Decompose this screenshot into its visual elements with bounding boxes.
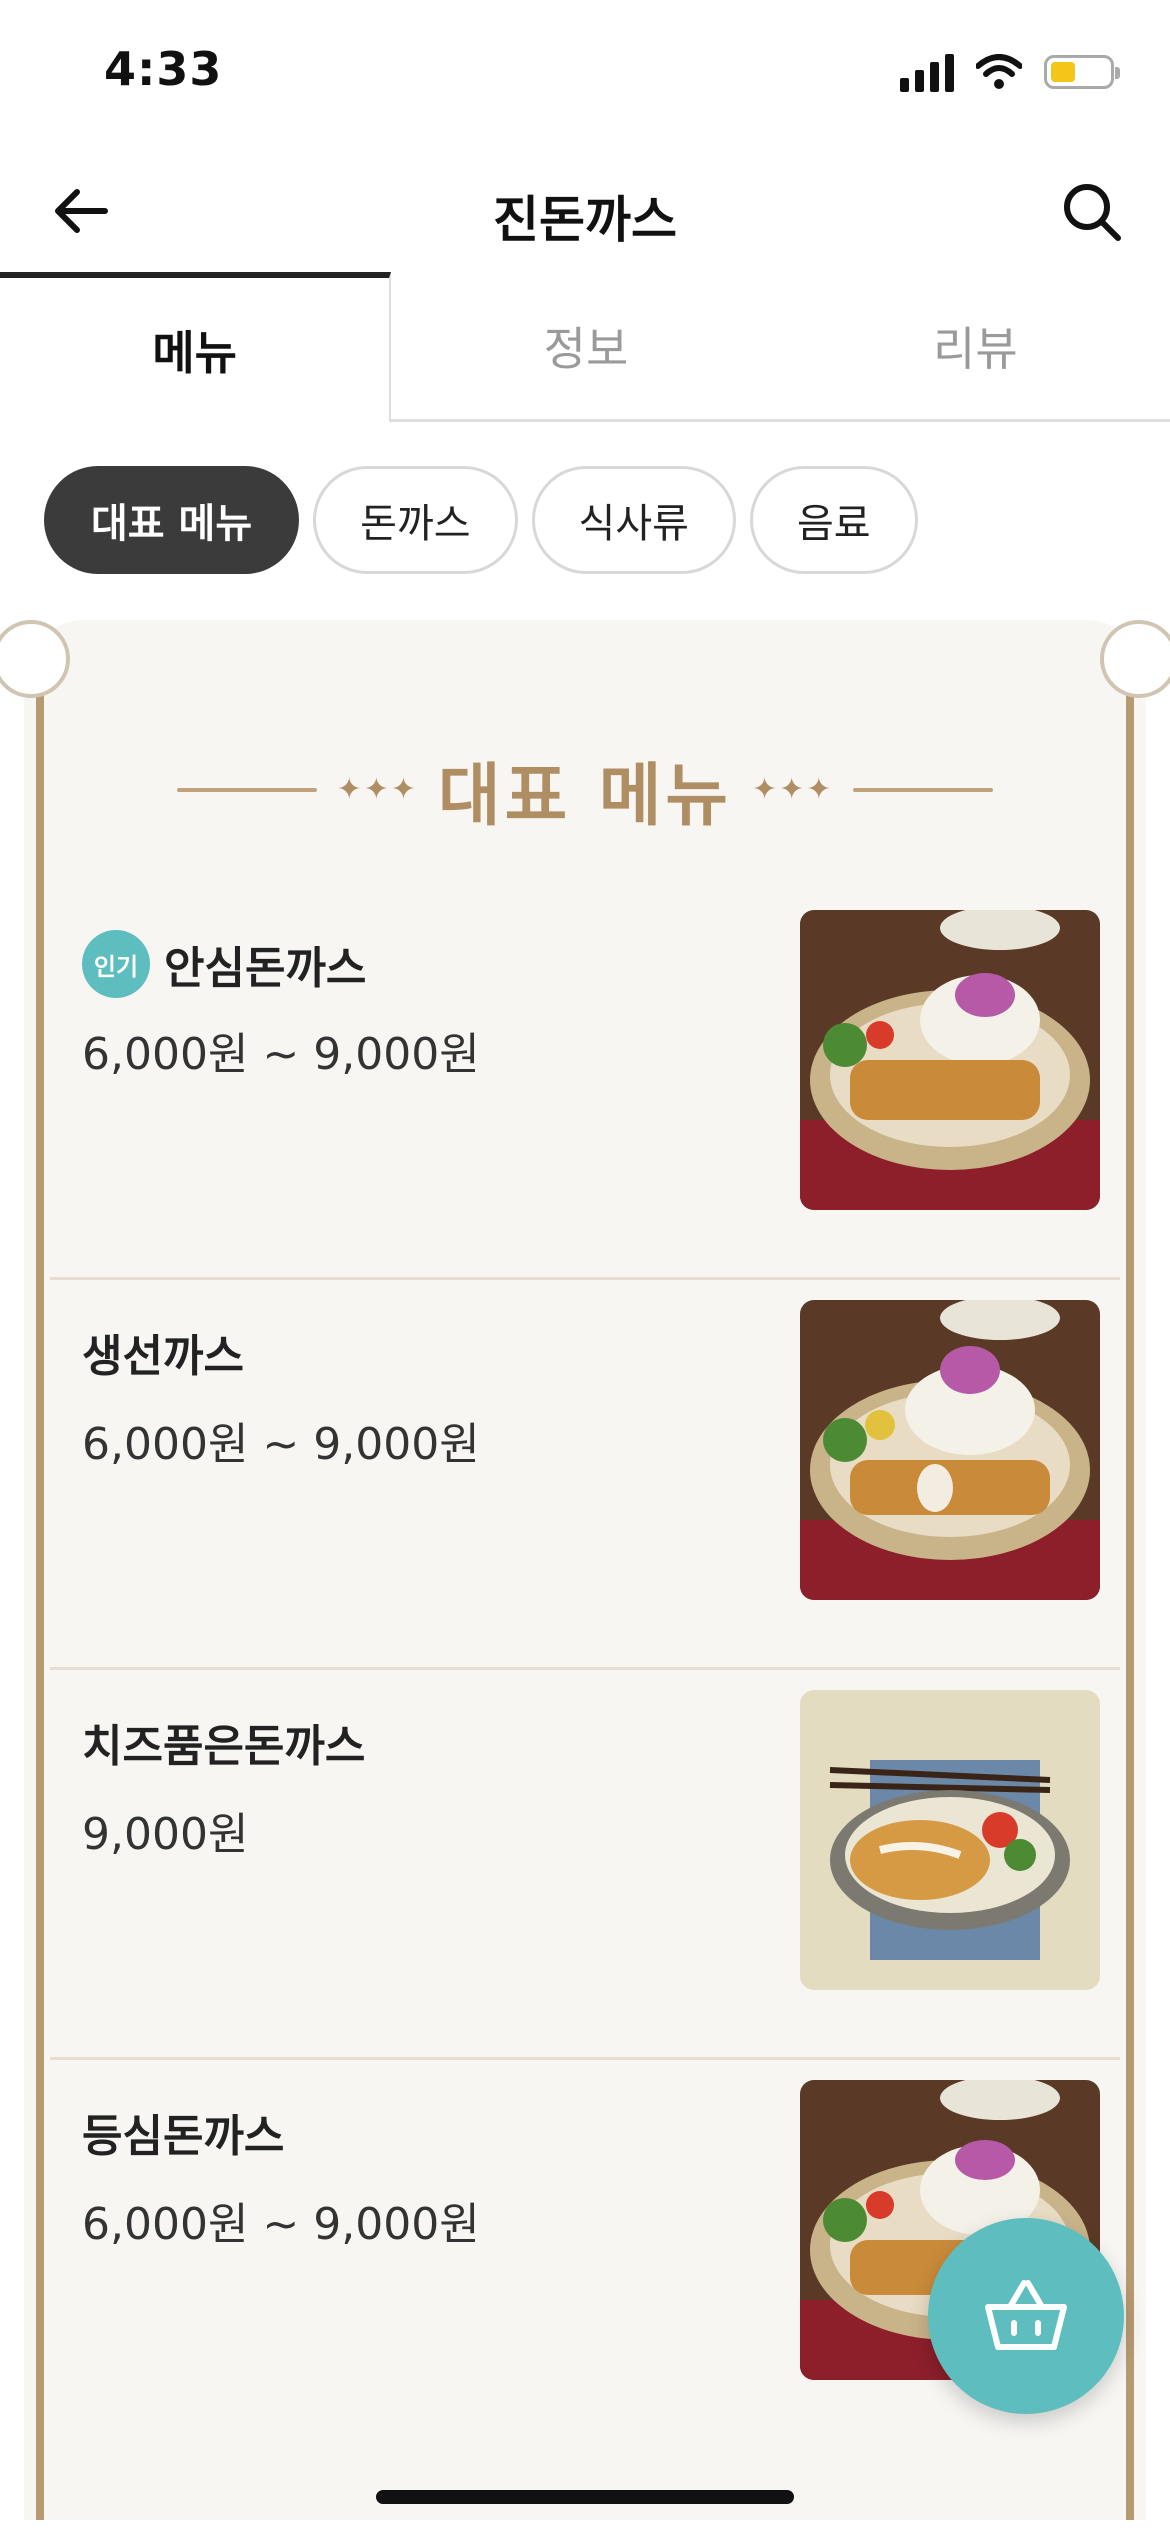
menu-item-price: 6,000원 ~ 9,000원: [82, 1419, 480, 1470]
menu-name-row: 등심돈까스: [82, 2100, 284, 2164]
tab-bar: 메뉴 정보 리뷰: [0, 272, 1170, 422]
menu-item-photo: [800, 910, 1100, 1210]
category-chips: 대표 메뉴 돈까스 식사류 음료: [44, 466, 918, 574]
menu-item-photo: [800, 1690, 1100, 1990]
search-icon: [1064, 184, 1121, 241]
home-indicator: [376, 2490, 794, 2504]
menu-item-name: 생선까스: [82, 1331, 244, 1382]
menu-item[interactable]: 인기 안심돈까스 6,000원 ~ 9,000원: [50, 890, 1120, 1280]
menu-item-photo: [800, 1300, 1100, 1600]
menu-list: 인기 안심돈까스 6,000원 ~ 9,000원 생선까스 6,000원 ~ 9…: [50, 890, 1120, 2450]
tab-info[interactable]: 정보: [391, 272, 781, 422]
menu-item-name: 안심돈까스: [164, 943, 367, 994]
section-title: 대표 메뉴: [438, 757, 732, 836]
tab-reviews[interactable]: 리뷰: [780, 272, 1170, 422]
diamond-ornament-icon: ✦✦✦: [751, 772, 834, 807]
menu-name-row: 치즈품은돈까스: [82, 1710, 365, 1774]
heading-divider-right: [853, 787, 994, 792]
heading-divider-left: [176, 787, 317, 792]
chip-tonkatsu[interactable]: 돈까스: [313, 466, 518, 574]
shopping-basket-icon: [985, 2280, 1067, 2350]
top-app-bar: 진돈까스: [0, 150, 1170, 270]
menu-item-name: 등심돈까스: [82, 2111, 285, 2162]
section-heading: ✦✦✦ 대표 메뉴 ✦✦✦: [24, 740, 1146, 839]
menu-name-row: 인기 안심돈까스: [82, 930, 366, 998]
menu-item[interactable]: 생선까스 6,000원 ~ 9,000원: [50, 1280, 1120, 1670]
status-time: 4:33: [104, 42, 223, 96]
menu-item-name: 치즈품은돈까스: [82, 1721, 366, 1772]
cellular-signal-icon: [900, 52, 954, 92]
wifi-icon: [976, 54, 1022, 89]
menu-item[interactable]: 치즈품은돈까스 9,000원: [50, 1670, 1120, 2060]
menu-item-price: 6,000원 ~ 9,000원: [82, 2199, 480, 2250]
status-bar: 4:33: [0, 0, 1170, 140]
search-button[interactable]: [1054, 174, 1130, 250]
battery-icon: [1044, 55, 1120, 89]
diamond-ornament-icon: ✦✦✦: [336, 772, 419, 807]
popular-badge: 인기: [82, 930, 150, 998]
chip-drinks[interactable]: 음료: [749, 466, 918, 574]
tab-menu[interactable]: 메뉴: [0, 272, 392, 422]
chip-signature-menu[interactable]: 대표 메뉴: [44, 466, 300, 574]
menu-item-price: 9,000원: [82, 1809, 249, 1860]
status-icons: [900, 52, 1120, 92]
cart-button[interactable]: [928, 2218, 1124, 2414]
page-title: 진돈까스: [493, 191, 677, 249]
menu-name-row: 생선까스: [82, 1320, 244, 1384]
menu-item-price: 6,000원 ~ 9,000원: [82, 1029, 480, 1080]
chip-meals[interactable]: 식사류: [531, 466, 736, 574]
